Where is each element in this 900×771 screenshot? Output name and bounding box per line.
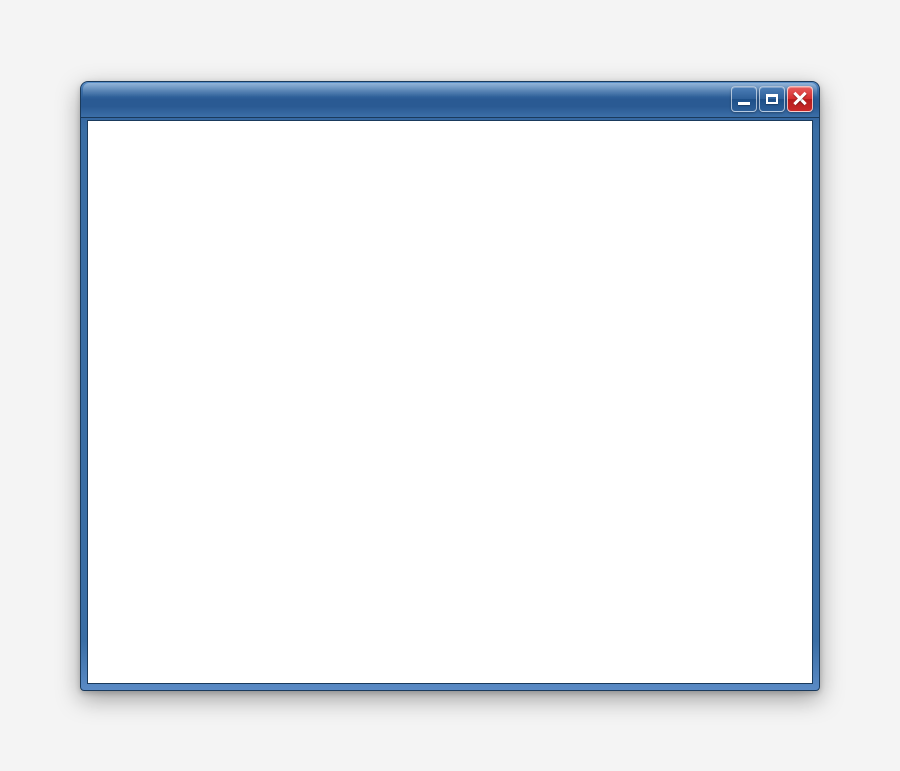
close-icon <box>793 92 807 106</box>
maximize-button[interactable] <box>759 86 785 112</box>
window-body <box>87 120 813 684</box>
content-area <box>87 120 813 684</box>
close-button[interactable] <box>787 86 813 112</box>
minimize-button[interactable] <box>731 86 757 112</box>
application-window <box>80 81 820 691</box>
minimize-icon <box>738 102 750 105</box>
titlebar[interactable] <box>81 82 819 118</box>
maximize-icon <box>766 94 778 104</box>
